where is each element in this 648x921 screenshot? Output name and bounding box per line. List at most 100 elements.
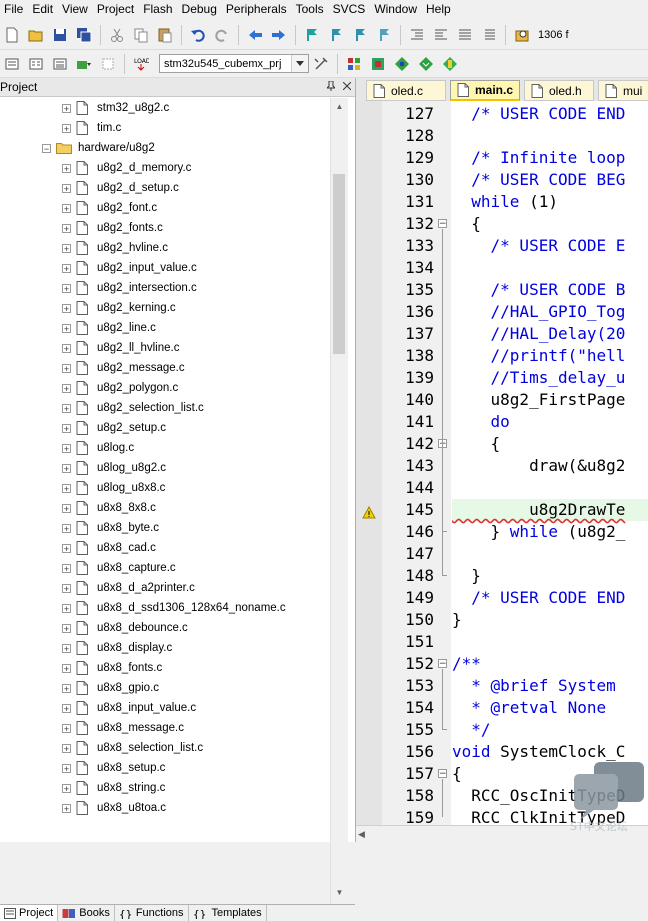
expand-icon[interactable]: + xyxy=(62,163,71,173)
expand-icon[interactable]: + xyxy=(62,443,71,453)
expand-icon[interactable]: + xyxy=(62,203,71,213)
expand-icon[interactable]: + xyxy=(62,803,71,813)
tree-file[interactable]: + u8g2_line.c xyxy=(62,318,156,338)
code-line[interactable]: 128 xyxy=(356,125,648,147)
prev-bookmark-icon[interactable] xyxy=(326,25,346,45)
expand-icon[interactable]: + xyxy=(62,583,71,593)
expand-icon[interactable]: + xyxy=(62,783,71,793)
tree-file[interactable]: + u8x8_d_ssd1306_128x64_noname.c xyxy=(62,598,286,618)
pack-installer-icon[interactable] xyxy=(416,54,436,74)
code-line[interactable]: 138 //printf("hell xyxy=(356,345,648,367)
code-line[interactable]: 127 /* USER CODE END xyxy=(356,103,648,125)
tree-file[interactable]: + u8x8_capture.c xyxy=(62,558,176,578)
menu-file[interactable]: File xyxy=(0,0,28,19)
code-line[interactable]: 139 //Tims_delay_u xyxy=(356,367,648,389)
fold-collapse-icon[interactable]: − xyxy=(438,659,447,669)
code-line[interactable]: 154 * @retval None xyxy=(356,697,648,719)
save-icon[interactable] xyxy=(50,25,70,45)
save-all-icon[interactable] xyxy=(74,25,94,45)
nav-back-icon[interactable] xyxy=(245,25,265,45)
expand-icon[interactable]: + xyxy=(62,123,71,133)
code-line[interactable]: 131 while (1) xyxy=(356,191,648,213)
target-options-icon[interactable] xyxy=(311,54,331,74)
code-line[interactable]: 155 */ xyxy=(356,719,648,741)
code-line[interactable]: 136 //HAL_GPIO_Tog xyxy=(356,301,648,323)
scroll-down-icon[interactable]: ▼ xyxy=(331,884,348,901)
code-line[interactable]: 140 u8g2_FirstPage xyxy=(356,389,648,411)
cut-icon[interactable] xyxy=(107,25,127,45)
expand-icon[interactable]: + xyxy=(62,623,71,633)
tree-file[interactable]: + u8g2_kerning.c xyxy=(62,298,176,318)
code-line[interactable]: 143 draw(&u8g2 xyxy=(356,455,648,477)
expand-icon[interactable]: + xyxy=(62,223,71,233)
tree-file[interactable]: + u8x8_cad.c xyxy=(62,538,156,558)
tab-templates[interactable]: {} Templates xyxy=(189,905,267,921)
tree-file[interactable]: + u8g2_fonts.c xyxy=(62,218,163,238)
code-line[interactable]: 132− { xyxy=(356,213,648,235)
code-line[interactable]: 151 xyxy=(356,631,648,653)
expand-icon[interactable]: + xyxy=(62,303,71,313)
code-line[interactable]: 144 xyxy=(356,477,648,499)
expand-icon[interactable]: + xyxy=(62,683,71,693)
code-line[interactable]: 147 xyxy=(356,543,648,565)
tree-file[interactable]: + u8x8_display.c xyxy=(62,638,172,658)
tree-file[interactable]: + u8x8_u8toa.c xyxy=(62,798,166,818)
project-tree-scrollbar[interactable]: ▲ ▼ xyxy=(330,98,348,904)
build-icon[interactable] xyxy=(26,54,46,74)
collapse-icon[interactable]: − xyxy=(42,143,51,153)
code-line[interactable]: 153 * @brief System xyxy=(356,675,648,697)
expand-icon[interactable]: + xyxy=(62,643,71,653)
load-download-icon[interactable]: LOAD xyxy=(131,54,151,74)
scrollbar-thumb[interactable] xyxy=(333,174,345,354)
expand-icon[interactable]: + xyxy=(62,503,71,513)
code-line[interactable]: 152−/** xyxy=(356,653,648,675)
code-line[interactable]: 134 xyxy=(356,257,648,279)
code-line[interactable]: 130 /* USER CODE BEG xyxy=(356,169,648,191)
undo-icon[interactable] xyxy=(188,25,208,45)
expand-icon[interactable]: + xyxy=(62,263,71,273)
tree-file[interactable]: + tim.c xyxy=(62,118,121,138)
batch-build-icon[interactable] xyxy=(74,54,94,74)
chevron-down-icon[interactable] xyxy=(291,55,308,72)
menu-window[interactable]: Window xyxy=(370,0,422,19)
tree-file[interactable]: + u8g2_font.c xyxy=(62,198,157,218)
scroll-left-icon[interactable]: ◀ xyxy=(358,829,365,840)
menu-debug[interactable]: Debug xyxy=(178,0,222,19)
new-file-icon[interactable] xyxy=(2,25,22,45)
tree-file[interactable]: + u8g2_intersection.c xyxy=(62,278,197,298)
next-bookmark-icon[interactable] xyxy=(350,25,370,45)
tree-file[interactable]: + stm32_u8g2.c xyxy=(62,98,169,118)
scroll-up-icon[interactable]: ▲ xyxy=(331,98,348,115)
rebuild-icon[interactable] xyxy=(50,54,70,74)
tree-file[interactable]: + u8g2_d_memory.c xyxy=(62,158,191,178)
open-folder-icon[interactable] xyxy=(26,25,46,45)
comment-icon[interactable] xyxy=(455,25,475,45)
tree-file[interactable]: + u8log_u8x8.c xyxy=(62,478,165,498)
clear-bookmarks-icon[interactable] xyxy=(374,25,394,45)
find-text-field[interactable]: 1306 f xyxy=(538,29,569,41)
tree-file[interactable]: + u8x8_setup.c xyxy=(62,758,165,778)
menu-tools[interactable]: Tools xyxy=(292,0,329,19)
run-time-environment-icon[interactable] xyxy=(440,54,460,74)
code-line[interactable]: 137 //HAL_Delay(20 xyxy=(356,323,648,345)
editor-tab-oled-h[interactable]: oled.h xyxy=(524,80,594,101)
manage-components-icon[interactable] xyxy=(344,54,364,74)
tree-file[interactable]: + u8g2_d_setup.c xyxy=(62,178,179,198)
tab-books[interactable]: Books xyxy=(58,905,115,921)
file-extensions-icon[interactable] xyxy=(368,54,388,74)
expand-icon[interactable]: + xyxy=(62,383,71,393)
code-line[interactable]: 142− { xyxy=(356,433,648,455)
bookmark-icon[interactable] xyxy=(302,25,322,45)
tree-file[interactable]: + u8x8_d_a2printer.c xyxy=(62,578,195,598)
redo-icon[interactable] xyxy=(212,25,232,45)
tree-file[interactable]: + u8g2_selection_list.c xyxy=(62,398,204,418)
code-line[interactable]: 145 u8g2DrawTe xyxy=(356,499,648,521)
editor-tab-mui[interactable]: mui xyxy=(598,80,648,101)
tree-file[interactable]: + u8x8_debounce.c xyxy=(62,618,188,638)
tree-file[interactable]: + u8g2_ll_hvline.c xyxy=(62,338,179,358)
indent-icon[interactable] xyxy=(407,25,427,45)
tree-file[interactable]: + u8x8_string.c xyxy=(62,778,165,798)
editor-tab-oled-c[interactable]: oled.c xyxy=(366,80,446,101)
tree-file[interactable]: + u8g2_polygon.c xyxy=(62,378,178,398)
code-line[interactable]: 146 } while (u8g2_ xyxy=(356,521,648,543)
